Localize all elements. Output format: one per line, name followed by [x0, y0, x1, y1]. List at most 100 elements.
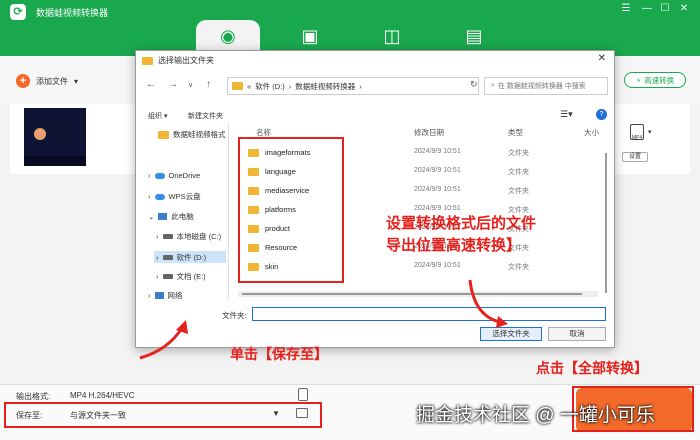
select-folder-button[interactable]: 选择文件夹 [480, 327, 542, 341]
folder-date: 2024/9/9 10:51 [414, 148, 461, 155]
cloud-icon [154, 193, 165, 200]
bolt-icon: ⚡ [635, 75, 642, 85]
chevron-right-icon: › [148, 192, 151, 201]
dialog-close-button[interactable]: ✕ [598, 53, 606, 64]
app-title: 数据蛙视频转换器 [36, 8, 109, 18]
cloud-icon [154, 172, 165, 179]
chevron-down-icon[interactable]: ▾ [648, 128, 652, 136]
watermark: 掘金技术社区 @ 一罐小可乐 [416, 405, 655, 426]
folder-label: 文件夹: [222, 311, 247, 320]
nav-item-quick-folder[interactable]: 数据蛙视频格式 [158, 129, 226, 140]
nav-item-this-pc[interactable]: ⌄ 此电脑 [148, 211, 194, 222]
nav-item-drive-e[interactable]: › 文档 (E:) [156, 271, 206, 282]
chevron-right-icon: › [156, 232, 159, 241]
help-icon[interactable]: ? [596, 109, 607, 120]
nav-item-onedrive[interactable]: › OneDrive [148, 171, 200, 180]
output-format-select[interactable]: MP4 H.264/HEVC [70, 391, 134, 400]
horizon-shape [24, 156, 86, 166]
breadcrumb-drive[interactable]: 软件 (D:) [255, 81, 285, 92]
scroll-thumb[interactable] [605, 153, 607, 293]
folder-icon [158, 130, 169, 139]
tip-line-1: 设置转换格式后的文件 [386, 215, 537, 232]
address-bar[interactable]: « 软件 (D:) › 数据蛙视频转换器 › [227, 77, 479, 95]
chevron-down-icon: ▾ [74, 76, 79, 86]
breadcrumb-folder[interactable]: 数据蛙视频转换器 [295, 81, 355, 92]
moon-shape [34, 128, 46, 140]
organize-menu[interactable]: 组织 ▾ [148, 111, 167, 121]
breadcrumb-separator: › [288, 81, 292, 91]
settings-button[interactable]: 设置 [622, 152, 648, 162]
chevron-right-icon: › [156, 272, 159, 281]
dialog-title: 选择输出文件夹 [158, 56, 214, 65]
refresh-icon[interactable]: ↻ [470, 79, 478, 90]
highlight-folder-list [238, 137, 344, 283]
nav-item-network[interactable]: › 网络 [148, 291, 183, 299]
nav-item-drive-d[interactable]: › 软件 (D:) [154, 251, 226, 263]
fast-convert-label: 高速转换 [644, 75, 675, 85]
click-save-callout: 单击【保存至】 [230, 346, 328, 362]
forward-icon[interactable]: → [168, 79, 178, 90]
nav-item-drive-c[interactable]: › 本地磁盘 (C:) [156, 231, 221, 242]
new-folder-button[interactable]: 新建文件夹 [188, 111, 223, 121]
add-file-button[interactable]: + 添加文件 ▾ [16, 74, 78, 88]
nav-label: OneDrive [168, 171, 201, 180]
view-options-icon[interactable]: ☰▾ [560, 109, 573, 120]
search-placeholder: 在 数据蛙视频转换器 中搜索 [497, 83, 586, 90]
dialog-title-bar: 选择输出文件夹 [142, 55, 214, 66]
chevron-right-icon: › [148, 291, 151, 299]
nav-label: WPS云盘 [168, 192, 201, 201]
app-header: ⟳ 数据蛙视频转换器 ◉ ▣ ◫ ▤ ☰ — ☐ ✕ [0, 0, 700, 56]
nav-label: 网络 [167, 291, 183, 299]
drive-icon [162, 234, 173, 239]
layout-icon: ◫ [383, 26, 401, 46]
nav-item-wps-cloud[interactable]: › WPS云盘 [148, 191, 201, 202]
folder-type: 文件夹 [508, 264, 529, 271]
back-icon[interactable]: ← [146, 79, 156, 90]
column-date[interactable]: 修改日期 [414, 127, 444, 138]
folder-type: 文件夹 [508, 169, 529, 176]
tip-line-2: 导出位置高速转换】 [386, 237, 522, 254]
folder-type: 文件夹 [508, 188, 529, 195]
scroll-thumb[interactable] [242, 293, 582, 295]
fast-convert-button[interactable]: ⚡ 高速转换 [624, 72, 686, 88]
plus-icon: + [16, 74, 30, 88]
folder-date: 2024/9/9 10:51 [414, 186, 461, 193]
nav-label: 本地磁盘 (C:) [176, 232, 222, 241]
folder-type: 文件夹 [508, 150, 529, 157]
select-folder-dialog: 选择输出文件夹 ✕ ← → ∨ ↑ « 软件 (D:) › 数据蛙视频转换器 ›… [135, 50, 615, 348]
nav-label: 此电脑 [171, 212, 194, 221]
highlight-save-to [4, 402, 322, 428]
search-input[interactable]: ⌕ 在 数据蛙视频转换器 中搜索 [484, 77, 608, 95]
search-icon: ⌕ [491, 82, 495, 89]
navigation-pane: 数据蛙视频格式 › OneDrive › WPS云盘 ⌄ 此电脑 › 本地磁盘 … [144, 123, 228, 299]
nav-pane-divider[interactable] [228, 123, 229, 299]
chevron-right-icon: › [148, 171, 151, 180]
minimize-button[interactable]: — [640, 3, 654, 14]
close-button[interactable]: ✕ [677, 3, 691, 14]
output-format-label: 输出格式: [16, 392, 51, 401]
add-file-label: 添加文件 [36, 76, 68, 86]
chevron-down-icon[interactable]: ∨ [188, 81, 193, 89]
vertical-scrollbar[interactable] [603, 143, 609, 303]
format-settings-icon[interactable] [298, 388, 308, 401]
output-format-icon[interactable]: MP4 [630, 124, 644, 141]
breadcrumb-separator: › [359, 81, 362, 91]
column-type[interactable]: 类型 [508, 127, 523, 138]
menu-button[interactable]: ☰ [619, 3, 633, 14]
up-icon[interactable]: ↑ [206, 79, 211, 90]
column-size[interactable]: 大小 [584, 127, 599, 138]
maximize-button[interactable]: ☐ [658, 3, 672, 14]
folder-input[interactable] [252, 307, 606, 321]
folder-icon [232, 82, 243, 90]
cancel-button[interactable]: 取消 [548, 327, 606, 341]
folder-date: 2024/9/9 10:51 [414, 167, 461, 174]
tv-icon: ▣ [301, 26, 319, 46]
chevron-down-icon: ⌄ [148, 212, 155, 221]
folder-date: 2024/9/9 10:51 [414, 205, 461, 212]
horizontal-scrollbar[interactable] [238, 291, 598, 297]
drive-icon [162, 274, 173, 279]
video-thumbnail[interactable] [24, 108, 86, 166]
nav-label: 数据蛙视频格式 [173, 130, 226, 139]
toolbox-icon: ▤ [465, 26, 483, 46]
nav-label: 文档 (E:) [176, 272, 206, 281]
